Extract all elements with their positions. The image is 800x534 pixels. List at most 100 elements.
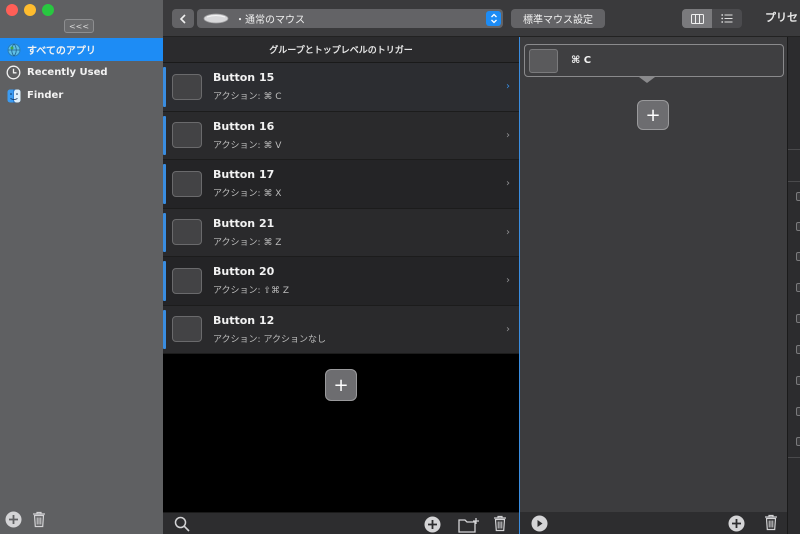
trigger-title: Button 20 — [213, 265, 275, 279]
chevron-right-icon: › — [506, 129, 510, 141]
trigger-row[interactable]: Button 16 アクション: ⌘ V › — [163, 111, 519, 160]
trash-icon — [494, 515, 506, 532]
trigger-title: Button 21 — [213, 216, 275, 230]
search-button[interactable] — [174, 516, 190, 532]
action-panel: ⌘ C + — [519, 37, 788, 534]
trigger-thumbnail — [172, 267, 202, 294]
trigger-title: Button 16 — [213, 119, 275, 133]
action-card[interactable]: ⌘ C — [524, 44, 784, 77]
delete-trigger-button[interactable] — [493, 515, 507, 532]
standard-mouse-settings-button[interactable]: 標準マウス設定 — [511, 9, 605, 28]
trigger-title: Button 15 — [213, 71, 275, 85]
list-icon — [721, 14, 733, 23]
sidebar-item-label: すべてのアプリ — [27, 46, 96, 57]
trigger-row[interactable]: Button 12 アクション: アクションなし › — [163, 305, 519, 354]
trigger-thumbnail — [172, 316, 202, 343]
app-list: すべてのアプリ Recently Used Finder — [0, 38, 163, 107]
trigger-action: アクション: ⇧⌘ Z — [213, 286, 290, 297]
preset-checkbox[interactable] — [796, 314, 800, 323]
add-button[interactable] — [424, 516, 441, 533]
trigger-action: アクション: ⌘ V — [213, 140, 282, 151]
device-name: ・通常のマウス — [235, 15, 305, 26]
new-group-button[interactable] — [458, 517, 480, 533]
sidebar-footer — [5, 511, 46, 532]
add-trigger-button[interactable]: + — [325, 369, 357, 401]
plus-circle-icon — [728, 515, 745, 532]
view-mode-toggle[interactable] — [682, 9, 742, 28]
sidebar-item-finder[interactable]: Finder — [0, 84, 163, 107]
action-panel-footer — [520, 512, 788, 534]
preset-checkbox[interactable] — [796, 437, 800, 446]
delete-action-button[interactable] — [764, 514, 778, 531]
trigger-action: アクション: アクションなし — [213, 334, 326, 345]
trigger-action: アクション: ⌘ X — [213, 189, 282, 200]
play-circle-icon — [531, 515, 548, 532]
add-app-button[interactable] — [5, 511, 22, 532]
divider — [788, 149, 800, 150]
close-window-button[interactable] — [6, 4, 18, 16]
trigger-row[interactable]: Button 20 アクション: ⇧⌘ Z › — [163, 257, 519, 306]
action-thumbnail — [529, 48, 558, 73]
plus-circle-icon — [5, 511, 22, 528]
toolbar: ・通常のマウス 標準マウス設定 プリセ — [163, 0, 800, 37]
selection-indicator — [163, 67, 166, 107]
card-pointer — [639, 77, 655, 83]
back-button[interactable] — [172, 9, 194, 28]
mouse-icon — [203, 13, 229, 24]
finder-icon — [6, 88, 21, 103]
preset-checkbox[interactable] — [796, 345, 800, 354]
zoom-window-button[interactable] — [42, 4, 54, 16]
trigger-action: アクション: ⌘ C — [213, 92, 282, 103]
sidebar-item-recently-used[interactable]: Recently Used — [0, 61, 163, 84]
trigger-row[interactable]: Button 21 アクション: ⌘ Z › — [163, 208, 519, 257]
preset-checkbox[interactable] — [796, 376, 800, 385]
trigger-thumbnail — [172, 219, 202, 246]
sidebar-item-all-apps[interactable]: すべてのアプリ — [0, 38, 163, 61]
preset-checkbox[interactable] — [796, 192, 800, 201]
sidebar-item-label: Finder — [27, 90, 64, 101]
trigger-row[interactable]: Button 17 アクション: ⌘ X › — [163, 160, 519, 209]
selection-indicator — [163, 212, 166, 252]
preset-checkbox[interactable] — [796, 222, 800, 231]
chevron-right-icon: › — [506, 275, 510, 286]
collapse-sidebar-button[interactable]: <<< — [64, 19, 94, 33]
chevron-right-icon: › — [506, 178, 510, 189]
play-button[interactable] — [531, 515, 548, 532]
minimize-window-button[interactable] — [24, 4, 36, 16]
preset-checkbox[interactable] — [796, 407, 800, 416]
chevron-right-icon: › — [506, 226, 510, 238]
trigger-list-panel: グループとトップレベルのトリガー Button 15 アクション: ⌘ C › … — [163, 37, 519, 534]
clock-icon — [6, 65, 21, 80]
trigger-thumbnail — [172, 170, 202, 197]
globe-icon — [6, 42, 21, 57]
trigger-row[interactable]: Button 15 アクション: ⌘ C › — [163, 63, 519, 112]
trigger-list-header: グループとトップレベルのトリガー — [163, 37, 519, 63]
window-controls — [6, 4, 54, 16]
selection-indicator — [163, 115, 166, 155]
select-arrows-icon — [486, 11, 501, 26]
selection-indicator — [163, 164, 166, 204]
trigger-title: Button 12 — [213, 313, 275, 327]
chevron-left-icon — [179, 13, 186, 24]
columns-view-button[interactable] — [682, 9, 712, 28]
delete-app-button[interactable] — [32, 511, 46, 532]
divider — [788, 181, 800, 182]
add-action-footer-button[interactable] — [728, 515, 745, 532]
trigger-thumbnail — [172, 122, 202, 149]
trash-icon — [33, 511, 45, 528]
folder-add-icon — [458, 518, 479, 533]
selection-indicator — [163, 261, 166, 301]
preset-checkbox[interactable] — [796, 252, 800, 261]
chevron-right-icon: › — [506, 323, 510, 335]
trigger-title: Button 17 — [213, 168, 275, 182]
search-icon — [174, 516, 190, 532]
preset-panel — [787, 37, 800, 534]
trash-icon — [765, 514, 777, 531]
add-action-button[interactable]: + — [637, 100, 669, 130]
plus-circle-icon — [424, 516, 441, 533]
selection-indicator — [163, 309, 166, 349]
preset-checkbox[interactable] — [796, 283, 800, 292]
device-select[interactable]: ・通常のマウス — [197, 9, 503, 28]
sidebar: <<< すべてのアプリ Recently Used Finder — [0, 0, 163, 534]
list-view-button[interactable] — [712, 9, 742, 28]
